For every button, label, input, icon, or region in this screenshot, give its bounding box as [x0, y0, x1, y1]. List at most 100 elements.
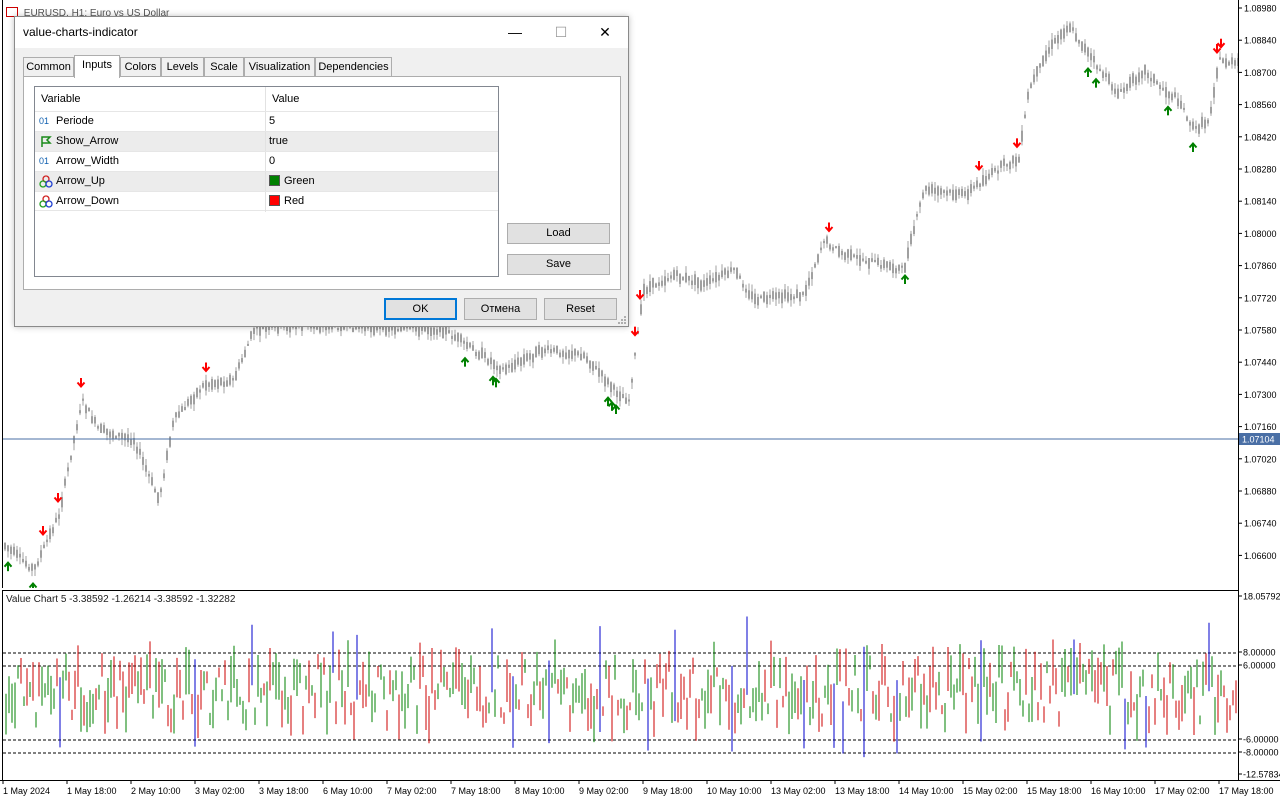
candle-body: [958, 189, 960, 195]
tab-scale[interactable]: Scale: [204, 57, 244, 77]
candle-body: [238, 362, 240, 369]
input-value-cell[interactable]: true: [266, 132, 288, 152]
candle-body: [1210, 106, 1212, 114]
input-variable-cell: Arrow_Up: [35, 172, 266, 192]
time-label: 9 May 02:00: [579, 786, 629, 796]
candle-body: [1066, 25, 1068, 33]
candle-body: [424, 327, 426, 332]
input-value-cell[interactable]: 5: [266, 112, 275, 132]
candle-body: [691, 280, 693, 286]
save-button[interactable]: Save: [507, 254, 610, 275]
candle-body: [940, 188, 942, 195]
candle-body: [448, 330, 450, 334]
input-value-cell[interactable]: Red: [266, 192, 304, 212]
candle-body: [1129, 76, 1131, 88]
tab-common[interactable]: Common: [23, 57, 74, 77]
candle-body: [415, 326, 417, 332]
input-row-periode[interactable]: 01 Periode 5: [35, 111, 498, 132]
time-axis[interactable]: 1 May 2024 1 May 18:00 2 May 10:00 3 May 02…: [0, 780, 1280, 800]
candle-body: [190, 395, 192, 405]
candle-body: [1207, 119, 1209, 124]
close-button[interactable]: ✕: [582, 17, 628, 48]
candle-body: [976, 180, 978, 188]
price-label: 1.06600: [1244, 551, 1277, 561]
candle-body: [724, 268, 726, 275]
candle-body: [595, 365, 597, 370]
candle-body: [517, 357, 519, 365]
tab-colors[interactable]: Colors: [120, 57, 161, 77]
price-label: 1.08840: [1244, 36, 1277, 46]
candle-body: [1015, 156, 1017, 167]
candle-body: [991, 168, 993, 176]
candle-body: [631, 378, 633, 383]
candle-body: [820, 247, 822, 251]
ok-button[interactable]: OK: [384, 298, 457, 320]
candle-body: [1162, 87, 1164, 91]
candle-body: [115, 435, 117, 439]
input-value: Green: [284, 175, 315, 187]
input-value-cell[interactable]: 0: [266, 152, 275, 172]
candle-body: [646, 287, 648, 294]
maximize-button[interactable]: ☐: [538, 17, 584, 48]
tab-dependencies[interactable]: Dependencies: [315, 57, 392, 77]
candle-body: [511, 362, 513, 372]
candle-body: [769, 294, 771, 299]
tab-levels[interactable]: Levels: [161, 57, 204, 77]
candle-body: [1195, 126, 1197, 129]
candle-body: [952, 189, 954, 200]
candle-body: [721, 270, 723, 278]
down-arrow-icon: [201, 362, 211, 373]
candle-body: [886, 261, 888, 268]
candle-body: [466, 341, 468, 349]
indicator-scale-label: -8.00000: [1243, 748, 1279, 758]
time-label: 3 May 18:00: [259, 786, 309, 796]
time-label: 17 May 02:00: [1155, 786, 1210, 796]
terminal-window: EURUSD, H1: Euro vs US Dollar 1.08980 1.0…: [0, 0, 1280, 800]
load-button[interactable]: Load: [507, 223, 610, 244]
input-row-show-arrow[interactable]: Show_Arrow true: [35, 131, 498, 152]
dialog-titlebar[interactable]: value-charts-indicator — ☐ ✕: [15, 17, 628, 48]
candle-body: [1030, 83, 1032, 89]
candle-body: [712, 278, 714, 282]
candle-body: [250, 331, 252, 339]
candle-body: [808, 277, 810, 286]
candle-body: [994, 167, 996, 172]
candle-body: [64, 478, 66, 486]
minimize-button[interactable]: —: [492, 17, 538, 48]
tab-label: Colors: [124, 61, 157, 73]
input-row-arrow-down[interactable]: Arrow_Down Red: [35, 191, 498, 212]
input-row-arrow-up[interactable]: Arrow_Up Green: [35, 171, 498, 192]
indicator-subwindow[interactable]: [2, 590, 1239, 780]
time-label: 17 May 18:00: [1219, 786, 1274, 796]
tab-visualization[interactable]: Visualization: [244, 57, 315, 77]
candle-body: [988, 173, 990, 180]
input-value-cell[interactable]: Green: [266, 172, 315, 192]
time-label: 7 May 02:00: [387, 786, 437, 796]
tab-label: Scale: [210, 61, 238, 73]
reset-button[interactable]: Reset: [544, 298, 617, 320]
candle-body: [472, 345, 474, 351]
time-label: 16 May 10:00: [1091, 786, 1146, 796]
candle-body: [790, 294, 792, 301]
candle-body: [37, 561, 39, 566]
input-row-arrow-width[interactable]: 01 Arrow_Width 0: [35, 151, 498, 172]
candle-body: [1192, 121, 1194, 130]
candle-body: [640, 304, 642, 315]
candle-body: [121, 432, 123, 439]
price-scale[interactable]: 1.08980 1.08840 1.08700 1.08560 1.08420 1.082…: [1238, 0, 1280, 780]
candle-body: [388, 326, 390, 332]
candle-body: [1063, 28, 1065, 39]
tab-inputs[interactable]: Inputs: [74, 55, 120, 78]
candle-body: [688, 275, 690, 281]
candle-body: [778, 291, 780, 299]
candle-body: [103, 425, 105, 433]
candle-body: [130, 438, 132, 446]
candle-body: [1003, 158, 1005, 166]
candle-body: [1204, 119, 1206, 129]
resize-grip-icon[interactable]: [617, 315, 627, 325]
column-header-value[interactable]: Value: [266, 87, 299, 111]
column-header-variable[interactable]: Variable: [35, 87, 266, 111]
candle-body: [1081, 41, 1083, 51]
cancel-button[interactable]: Отмена: [464, 298, 537, 320]
candle-body: [202, 383, 204, 388]
